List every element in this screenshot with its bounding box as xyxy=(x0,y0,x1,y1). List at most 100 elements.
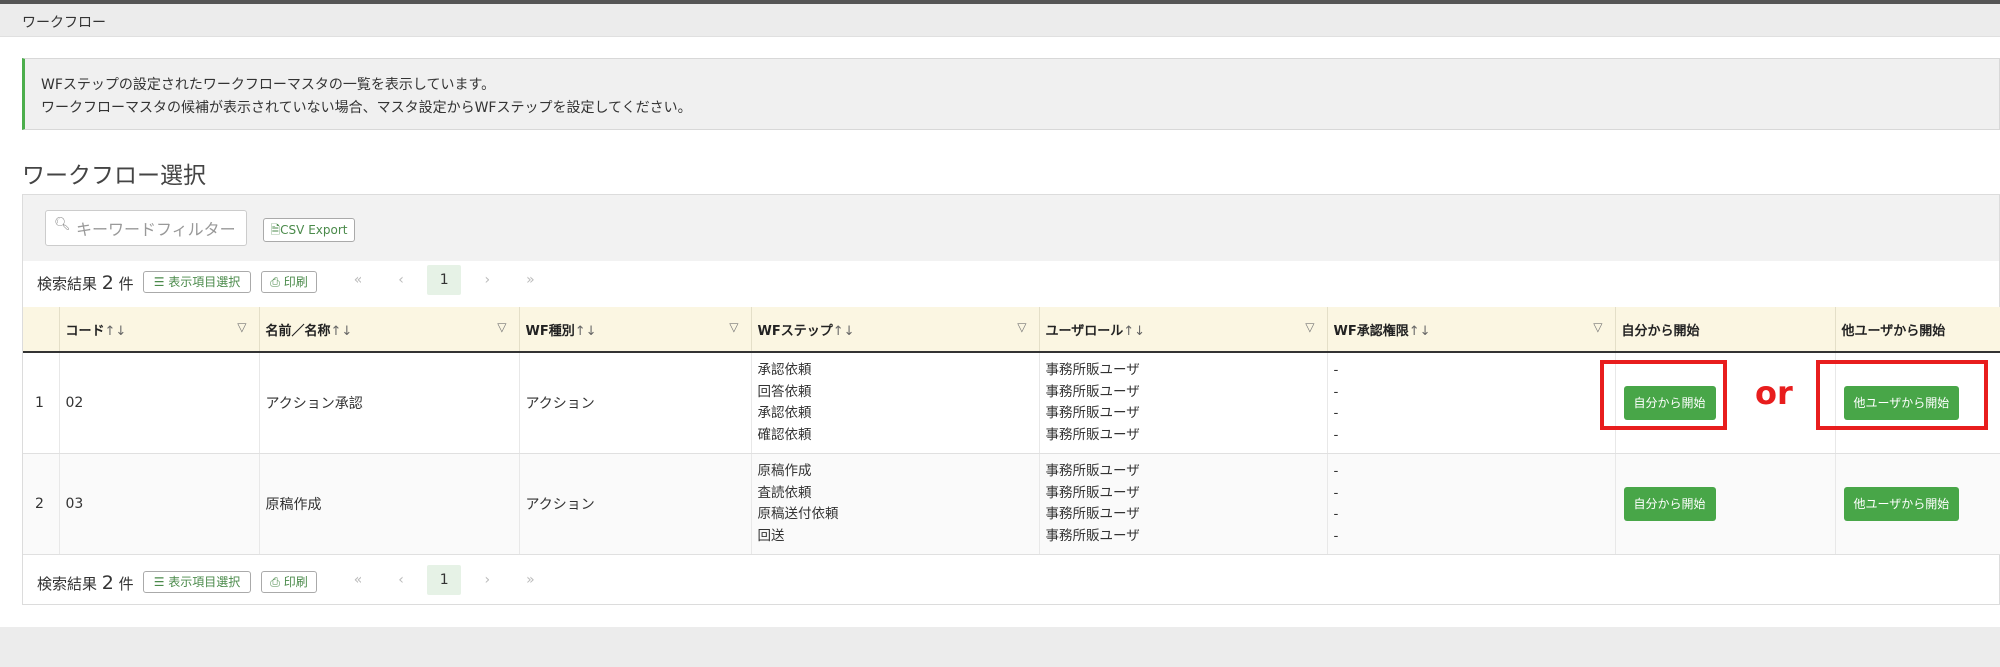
list-icon: ☰ xyxy=(153,575,165,589)
cell-wf-type: アクション xyxy=(519,453,752,555)
pagination: « ‹ 1 › » xyxy=(341,265,551,295)
sort-icon[interactable]: ↑↓ xyxy=(833,324,855,339)
col-header-start-other: 他ユーザから開始 xyxy=(1835,307,2000,353)
first-page-button[interactable]: « xyxy=(341,565,375,595)
auth-item: - xyxy=(1333,463,1339,479)
cell-user-roles: 事務所販ユーザ 事務所販ユーザ 事務所販ユーザ 事務所販ユーザ xyxy=(1039,453,1328,555)
last-page-button[interactable]: » xyxy=(513,565,547,595)
page-title: ワークフロー選択 xyxy=(22,163,206,189)
highlight-start-other xyxy=(1816,360,1988,430)
workflow-table: コード↑↓ ▽ 名前／名称↑↓ ▽ WF種別↑↓ ▽ WFステップ↑↓ ▽ ユーザロール… xyxy=(23,307,2000,555)
step-item: 原稿作成 xyxy=(757,463,812,479)
cell-wf-auth: - - - - xyxy=(1327,352,1616,454)
filter-icon[interactable]: ▽ xyxy=(1593,320,1602,334)
cell-code: 02 xyxy=(59,352,260,454)
panel-toolbar: 🔍︎ 🗎︎CSV Export xyxy=(23,195,1999,261)
filter-icon[interactable]: ▽ xyxy=(1305,320,1314,334)
step-item: 回答依頼 xyxy=(757,383,812,400)
role-item: 事務所販ユーザ xyxy=(1045,362,1140,378)
result-bar-bottom: 検索結果 2 件 ☰ 表示項目選択 ⎙ 印刷 « ‹ 1 › » xyxy=(23,561,1999,601)
result-bar-top: 検索結果 2 件 ☰ 表示項目選択 ⎙ 印刷 « ‹ 1 › » xyxy=(23,261,1999,301)
start-self-button[interactable]: 自分から開始 xyxy=(1623,487,1716,521)
cell-start-other: 他ユーザから開始 xyxy=(1835,453,2000,555)
csv-export-button[interactable]: 🗎︎CSV Export xyxy=(263,218,355,242)
cell-wf-steps: 原稿作成 査読依頼 原稿送付依頼 回送 xyxy=(751,453,1040,555)
role-item: 事務所販ユーザ xyxy=(1045,463,1140,479)
keyword-filter-input[interactable] xyxy=(74,217,243,241)
cell-wf-steps: 承認依頼 回答依頼 承認依頼 確認依頼 xyxy=(751,352,1040,454)
col-header-wf-step[interactable]: WFステップ↑↓ ▽ xyxy=(751,307,1040,353)
cell-wf-type: アクション xyxy=(519,352,752,454)
breadcrumb-label: ワークフロー xyxy=(22,15,106,31)
or-annotation: or xyxy=(1755,374,1793,412)
printer-icon: ⎙ xyxy=(270,575,280,589)
breadcrumb: ワークフロー xyxy=(0,4,2000,37)
filter-icon[interactable]: ▽ xyxy=(237,320,246,334)
auth-item: - xyxy=(1333,506,1339,522)
result-count: 検索結果 2 件 xyxy=(37,572,134,594)
last-page-button[interactable]: » xyxy=(513,265,547,295)
step-item: 確認依頼 xyxy=(757,426,812,443)
cell-name: アクション承認 xyxy=(259,352,520,454)
role-item: 事務所販ユーザ xyxy=(1045,426,1140,443)
start-other-button[interactable]: 他ユーザから開始 xyxy=(1843,487,1960,521)
step-item: 原稿送付依頼 xyxy=(757,506,839,522)
highlight-start-self xyxy=(1600,360,1727,430)
auth-item: - xyxy=(1333,426,1339,443)
role-item: 事務所販ユーザ xyxy=(1045,405,1140,421)
step-item: 承認依頼 xyxy=(757,362,812,378)
sort-icon[interactable]: ↑↓ xyxy=(1409,324,1431,339)
col-header-wf-auth[interactable]: WF承認権限↑↓ ▽ xyxy=(1327,307,1616,353)
filter-icon[interactable]: ▽ xyxy=(1017,320,1026,334)
next-page-button[interactable]: › xyxy=(470,265,504,295)
column-select-button[interactable]: ☰ 表示項目選択 xyxy=(143,271,251,293)
step-item: 査読依頼 xyxy=(757,484,812,501)
col-header-name[interactable]: 名前／名称↑↓ ▽ xyxy=(259,307,520,353)
prev-page-button[interactable]: ‹ xyxy=(384,265,418,295)
sort-icon[interactable]: ↑↓ xyxy=(575,324,597,339)
col-header-wf-type[interactable]: WF種別↑↓ ▽ xyxy=(519,307,752,353)
role-item: 事務所販ユーザ xyxy=(1045,527,1140,544)
auth-item: - xyxy=(1333,484,1339,501)
column-select-button[interactable]: ☰ 表示項目選択 xyxy=(143,571,251,593)
filter-icon[interactable]: ▽ xyxy=(497,320,506,334)
info-line-1: WFステップの設定されたワークフローマスタの一覧を表示しています。 xyxy=(41,77,496,93)
cell-code: 03 xyxy=(59,453,260,555)
prev-page-button[interactable]: ‹ xyxy=(384,565,418,595)
file-icon: 🗎︎ xyxy=(270,223,281,237)
cell-name: 原稿作成 xyxy=(259,453,520,555)
col-header-code[interactable]: コード↑↓ ▽ xyxy=(59,307,260,353)
table-row: 2 03 原稿作成 アクション 原稿作成 査読依頼 原稿送付依頼 回送 事務所販… xyxy=(23,453,2000,555)
page-1-button[interactable]: 1 xyxy=(427,265,462,295)
row-number: 2 xyxy=(23,453,60,555)
role-item: 事務所販ユーザ xyxy=(1045,484,1140,501)
footer xyxy=(0,627,2000,667)
col-header-rownum xyxy=(23,307,60,353)
print-button[interactable]: ⎙ 印刷 xyxy=(261,271,317,293)
sort-icon[interactable]: ↑↓ xyxy=(331,324,353,339)
page-1-button[interactable]: 1 xyxy=(427,565,462,595)
col-header-start-self: 自分から開始 xyxy=(1615,307,1836,353)
cell-wf-auth: - - - - xyxy=(1327,453,1616,555)
step-item: 承認依頼 xyxy=(757,405,812,421)
print-button[interactable]: ⎙ 印刷 xyxy=(261,571,317,593)
role-item: 事務所販ユーザ xyxy=(1045,506,1140,522)
list-icon: ☰ xyxy=(153,275,165,289)
role-item: 事務所販ユーザ xyxy=(1045,383,1140,400)
step-item: 回送 xyxy=(757,527,785,544)
sort-icon[interactable]: ↑↓ xyxy=(1123,324,1145,339)
auth-item: - xyxy=(1333,362,1339,378)
next-page-button[interactable]: › xyxy=(470,565,504,595)
filter-icon[interactable]: ▽ xyxy=(729,320,738,334)
first-page-button[interactable]: « xyxy=(341,265,375,295)
col-header-user-role[interactable]: ユーザロール↑↓ ▽ xyxy=(1039,307,1328,353)
search-box[interactable]: 🔍︎ xyxy=(45,210,247,246)
table-header-row: コード↑↓ ▽ 名前／名称↑↓ ▽ WF種別↑↓ ▽ WFステップ↑↓ ▽ ユーザロール… xyxy=(23,307,2000,353)
search-icon: 🔍︎ xyxy=(54,217,71,232)
printer-icon: ⎙ xyxy=(270,275,280,289)
sort-icon[interactable]: ↑↓ xyxy=(105,324,127,339)
info-line-2: ワークフローマスタの候補が表示されていない場合、マスタ設定からWFステップを設定… xyxy=(41,100,692,116)
info-message: WFステップの設定されたワークフローマスタの一覧を表示しています。 ワークフロー… xyxy=(22,58,2000,130)
auth-item: - xyxy=(1333,405,1339,421)
cell-user-roles: 事務所販ユーザ 事務所販ユーザ 事務所販ユーザ 事務所販ユーザ xyxy=(1039,352,1328,454)
